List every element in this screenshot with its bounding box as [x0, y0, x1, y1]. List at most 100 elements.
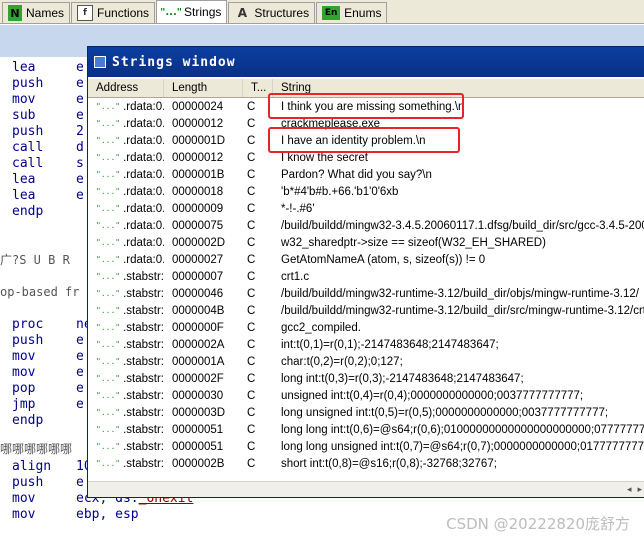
string-row[interactable]: "...".stabstr:... 0000002F Clong int:t(0,3… [88, 370, 644, 387]
row-address: "...".stabstr:... [88, 390, 164, 402]
row-string: long unsigned int:t(0,5)=r(0,5);00000000… [281, 406, 609, 419]
row-length: 00000012 [172, 151, 224, 164]
asm-line[interactable]: mov e [12, 349, 84, 365]
tab-enums-label: Enums [344, 6, 382, 20]
asm-line[interactable]: mov ebp, esp [12, 507, 139, 523]
functions-icon: f [77, 5, 94, 21]
row-address: "...".rdata:0... [88, 203, 164, 215]
string-row[interactable]: "...".rdata:0... 00000027 C GetAtomNameA (a… [88, 251, 644, 268]
string-row[interactable]: "...".stabstr:... 0000004B C/build/buildd/… [88, 302, 644, 319]
string-row[interactable]: "...".stabstr:... 0000001A Cchar:t(0,2)=r(… [88, 353, 644, 370]
row-address-text: .rdata:0... [123, 151, 164, 164]
asm-line[interactable]: call s [12, 156, 84, 172]
asm-operand-text: e [76, 92, 84, 107]
asm-mnemonic: mov [12, 365, 36, 380]
asm-line[interactable]: push 2 [12, 124, 84, 140]
strings-window-titlebar[interactable]: Strings window [88, 47, 644, 77]
row-length: 0000002A [172, 338, 225, 351]
string-row[interactable]: "...".stabstr:... 00000007 Ccrt1.c [88, 268, 644, 285]
asm-line[interactable]: lea e [12, 60, 84, 76]
row-address: "...".stabstr:... [88, 373, 164, 385]
scroll-right-icon[interactable]: ▸ [637, 484, 642, 495]
asm-line[interactable]: push e [12, 475, 84, 491]
string-row[interactable]: "...".stabstr:... 00000030 Cunsigned int:t… [88, 387, 644, 404]
row-type: C [247, 457, 256, 470]
asm-line[interactable]: push e [12, 76, 84, 92]
asm-line[interactable]: lea e [12, 188, 84, 204]
row-type: C [247, 321, 256, 334]
asm-mnemonic: pop [12, 381, 36, 396]
row-string: 'b*#4'b#b.+66.'b1'0'6xb [281, 185, 399, 198]
asm-operand-text: e [76, 172, 84, 187]
column-address[interactable]: Address [88, 79, 164, 97]
strings-icon: "..." [160, 6, 182, 18]
scroll-left-icon[interactable]: ◂ [627, 484, 632, 495]
asm-mnemonic: call [12, 156, 44, 171]
row-string: short int:t(0,8)=@s16;r(0,8);-32768;3276… [281, 457, 497, 470]
asm-line[interactable]: endp [12, 204, 76, 220]
tab-functions[interactable]: f Functions [71, 2, 156, 23]
row-type: C [247, 372, 256, 385]
string-item-icon: "..." [96, 255, 121, 264]
asm-line[interactable]: mov e [12, 92, 84, 108]
names-icon: N [8, 5, 22, 21]
string-row[interactable]: "...".stabstr:... 0000002B Cshort int:t(0,… [88, 455, 644, 472]
row-string: crt1.c [281, 270, 310, 283]
row-address-text: .stabstr:... [123, 372, 164, 385]
asm-line[interactable]: push e [12, 333, 84, 349]
row-address-text: .stabstr:... [123, 423, 164, 436]
string-row[interactable]: "...".rdata:0... 0000001B C Pardon? What di… [88, 166, 644, 183]
asm-line[interactable]: pop e [12, 381, 84, 397]
string-row[interactable]: "...".stabstr:... 0000002A Cint:t(0,1)=r(0… [88, 336, 644, 353]
tab-names-label: Names [26, 6, 65, 20]
row-address: "...".stabstr:... [88, 271, 164, 283]
string-row[interactable]: "...".stabstr:... 00000051 Clong long unsi… [88, 438, 644, 455]
string-item-icon: "..." [96, 459, 121, 468]
asm-line[interactable]: endp [12, 413, 76, 429]
string-row[interactable]: "...".rdata:0... 0000002D Cw32_sharedptr->… [88, 234, 644, 251]
asm-mnemonic: mov [12, 92, 36, 107]
asm-operand: 2 [76, 124, 84, 139]
tab-functions-label: Functions [97, 6, 150, 20]
column-length[interactable]: Length [164, 79, 243, 97]
row-address: "...".stabstr:... [88, 441, 164, 453]
string-row[interactable]: "...".rdata:0... 00000075 C/build/buildd/m… [88, 217, 644, 234]
asm-operand: s [76, 156, 84, 171]
tab-structures[interactable]: A Structures [228, 2, 316, 23]
string-rows: "...".rdata:0...00000024CI think you are… [88, 98, 644, 472]
string-item-icon: "..." [96, 391, 121, 400]
strings-window[interactable]: Strings window Address Length T... Strin… [87, 46, 644, 498]
string-row[interactable]: "...".rdata:0... 00000009 C *-!-.#6' [88, 200, 644, 217]
asm-line[interactable]: lea e [12, 172, 84, 188]
asm-line[interactable]: sub e [12, 108, 84, 124]
tab-names[interactable]: N Names [2, 2, 71, 23]
asm-operand-text: 2 [76, 124, 84, 139]
asm-operand-text: s [76, 156, 84, 171]
string-row[interactable]: "...".stabstr:... 00000051 Clong long int:… [88, 421, 644, 438]
row-string: GetAtomNameA (atom, s, sizeof(s)) != 0 [281, 253, 486, 266]
horizontal-scrollbar[interactable]: ◂ ▸ [88, 481, 644, 497]
row-address: "...".rdata:0... [88, 220, 164, 232]
string-row[interactable]: "...".stabstr:... 0000003D Clong unsigned … [88, 404, 644, 421]
row-address: "...".stabstr:... [88, 407, 164, 419]
string-row[interactable]: "...".stabstr:... 0000000F Cgcc2_compiled. [88, 319, 644, 336]
tab-strings[interactable]: "..." Strings [156, 0, 228, 23]
string-row[interactable]: "...".stabstr:... 00000046 C/build/buildd/… [88, 285, 644, 302]
row-length: 0000001D [172, 134, 226, 147]
asm-line[interactable]: mov e [12, 365, 84, 381]
string-item-icon: "..." [96, 289, 121, 298]
row-length: 0000002B [172, 457, 225, 470]
row-address: "...".stabstr:... [88, 322, 164, 334]
asm-mnemonic: lea [12, 188, 36, 203]
asm-line[interactable]: call d [12, 140, 84, 156]
string-row[interactable]: "...".rdata:0... 00000018 C 'b*#4'b#b.+66.'… [88, 183, 644, 200]
asm-mnemonic: push [12, 475, 44, 490]
highlight-annotation [268, 127, 460, 153]
asm-operand: e [76, 365, 84, 380]
asm-line[interactable]: jmp e [12, 397, 84, 413]
asm-operand-text: ebp, esp [76, 507, 139, 522]
asm-mnemonic: endp [12, 413, 44, 428]
strings-list[interactable]: Address Length T... String "..." .rdata:0… [88, 77, 644, 481]
row-length: 00000007 [172, 270, 224, 283]
tab-enums[interactable]: En Enums [316, 2, 388, 23]
